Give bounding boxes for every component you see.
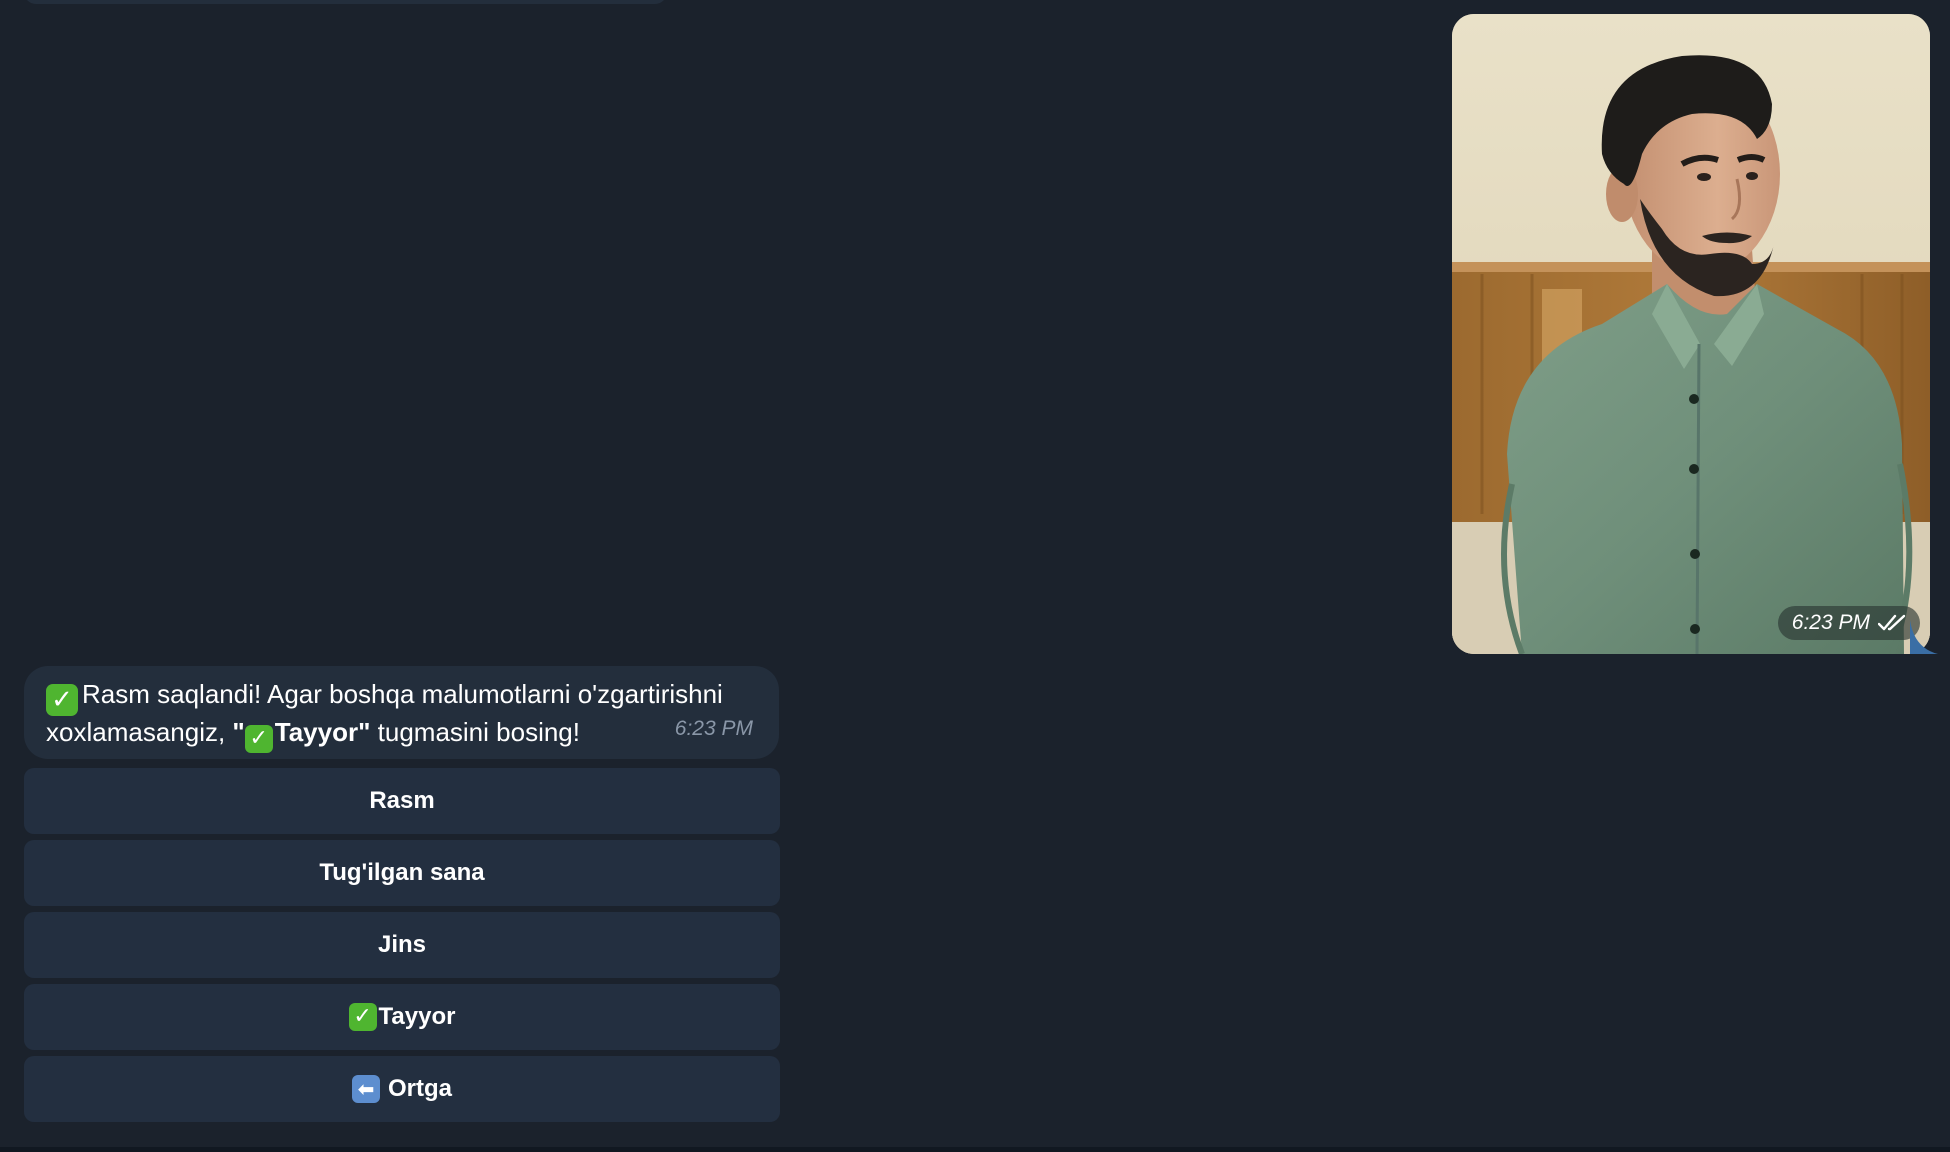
message-bold-tayyor: " ✓ Tayyor" <box>232 717 371 753</box>
message-line-1: ✓ Rasm saqlandi! Agar boshqa malumotlarni… <box>46 678 757 716</box>
done-button[interactable]: ✓ Tayyor <box>24 984 780 1050</box>
rasm-button[interactable]: Rasm <box>24 768 780 834</box>
message-text-line1: Rasm saqlandi! Agar boshqa malumotlarni … <box>82 679 723 709</box>
birth-date-button-label: Tug'ilgan sana <box>319 859 485 886</box>
message-line-2: xoxlamasangiz, " ✓ Tayyor" tugmasini bosin… <box>46 716 757 753</box>
chat-area: 6:23 PM ✓ Rasm saqlandi! Agar boshqa malu… <box>0 0 1950 1152</box>
gender-button[interactable]: Jins <box>24 912 780 978</box>
back-arrow-emoji-icon: ⬅ <box>351 1075 380 1103</box>
birth-date-button[interactable]: Tug'ilgan sana <box>24 840 780 906</box>
photo-meta: 6:23 PM <box>1777 606 1920 640</box>
photo-image <box>1452 14 1930 654</box>
composer-divider <box>0 1147 1950 1152</box>
rasm-button-label: Rasm <box>369 787 435 814</box>
back-button-label: Ortga <box>387 1075 452 1102</box>
incoming-message-bubble: ✓ Rasm saqlandi! Agar boshqa malumotlarni… <box>24 666 779 759</box>
outgoing-photo-message[interactable]: 6:23 PM <box>1452 14 1930 654</box>
message-text-line2-suffix: tugmasini bosing! <box>370 717 580 747</box>
done-button-label: Tayyor <box>378 1003 456 1030</box>
inline-keyboard: Rasm Tug'ilgan sana Jins ✓ Tayyor ⬅ Ortga <box>24 768 780 1128</box>
photo-time: 6:23 PM <box>1791 611 1870 634</box>
bubble-tail <box>1910 620 1938 654</box>
back-button[interactable]: ⬅ Ortga <box>24 1056 780 1122</box>
check-emoji-icon: ✓ <box>244 725 273 753</box>
previous-message-bubble <box>24 0 667 4</box>
message-text-line2-prefix: xoxlamasangiz, <box>46 717 233 747</box>
double-check-icon <box>1878 614 1906 631</box>
message-time: 6:23 PM <box>674 717 753 740</box>
check-emoji-icon: ✓ <box>348 1003 377 1031</box>
gender-button-label: Jins <box>377 931 427 958</box>
check-emoji-icon: ✓ <box>46 684 78 716</box>
